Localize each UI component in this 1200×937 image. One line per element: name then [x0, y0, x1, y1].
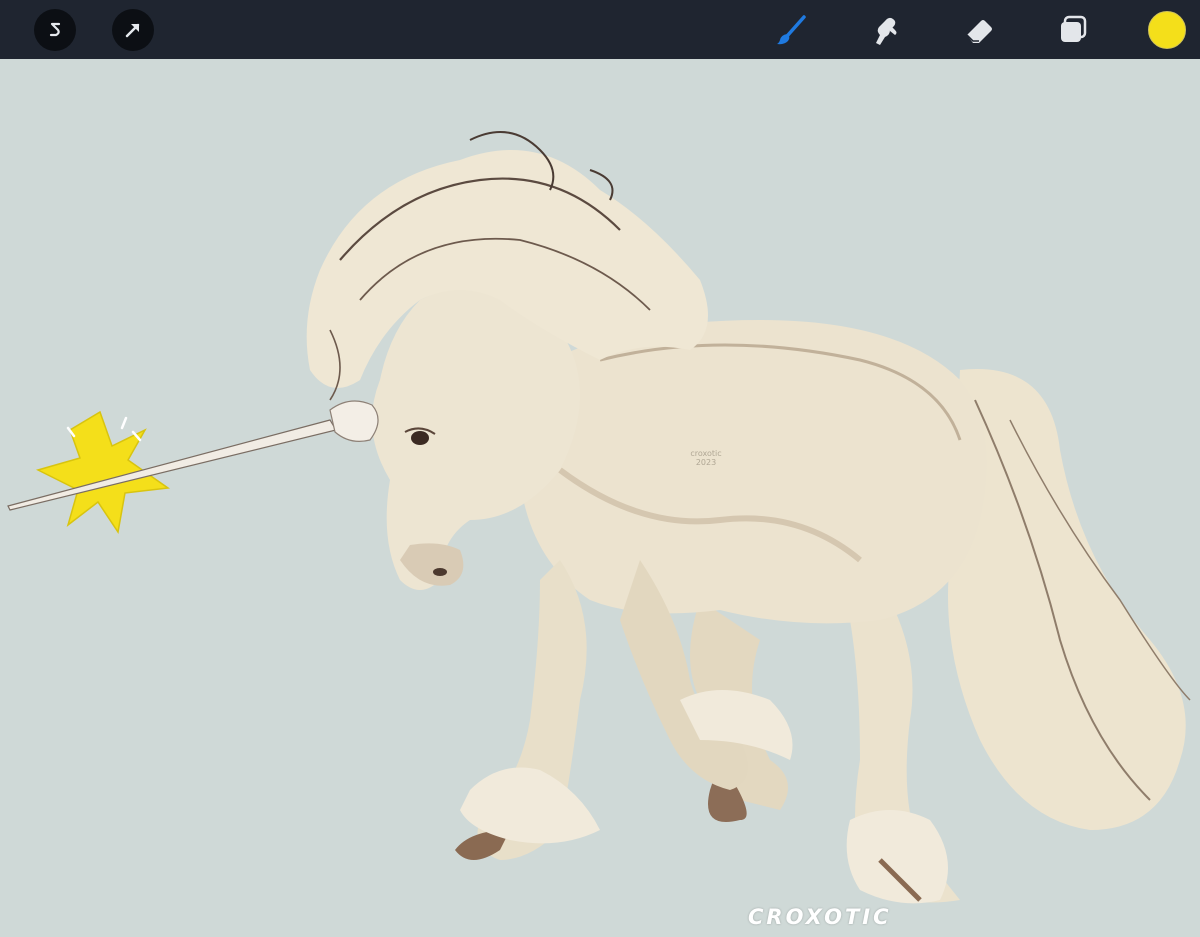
unicorn-artwork [7, 131, 1191, 904]
eraser-tool-button[interactable] [958, 9, 1000, 51]
brush-tool-button[interactable] [770, 9, 812, 51]
brush-icon [777, 15, 806, 45]
artist-signature: CROXOTIC [748, 905, 892, 929]
eraser-icon [966, 20, 992, 43]
small-watermark: croxotic 2023 [690, 449, 722, 467]
color-picker-swatch[interactable] [1148, 11, 1186, 49]
s-curve-icon [49, 22, 61, 37]
arrow-cursor-icon [125, 23, 140, 38]
top-toolbar [0, 0, 1200, 59]
adjustments-button[interactable] [34, 9, 76, 51]
smudge-finger-icon [876, 17, 897, 45]
layers-icon [1061, 15, 1087, 42]
selection-button[interactable] [112, 9, 154, 51]
layers-button[interactable] [1052, 9, 1094, 51]
drawing-canvas[interactable]: croxotic 2023 CROXOTIC [0, 59, 1200, 937]
smudge-tool-button[interactable] [864, 9, 906, 51]
